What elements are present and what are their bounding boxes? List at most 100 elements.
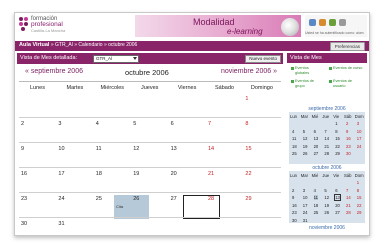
day-cell[interactable]: 26 <box>133 196 139 202</box>
prev-month-link[interactable]: « septiembre 2006 <box>25 68 83 75</box>
mini-day[interactable]: 1 <box>335 121 337 126</box>
breadcrumb-course[interactable]: GTR_Al <box>55 42 73 48</box>
mini-day[interactable]: 17 <box>303 203 308 208</box>
mini-day[interactable]: 16 <box>346 136 351 141</box>
mini-day[interactable]: 15 <box>335 136 340 141</box>
mini-day[interactable]: 19 <box>324 203 329 208</box>
new-event-button[interactable]: Nuevo evento <box>245 55 281 63</box>
mini-day[interactable]: 30 <box>346 151 351 156</box>
mini-day[interactable]: 12 <box>303 136 308 141</box>
mini-day[interactable]: 8 <box>335 129 337 134</box>
legend-user[interactable]: Eventos de usuario <box>329 79 363 88</box>
mini-day[interactable]: 15 <box>357 195 362 200</box>
day-cell[interactable]: 30 <box>21 221 27 227</box>
day-cell[interactable]: 7 <box>208 121 211 127</box>
day-cell[interactable]: 8 <box>245 121 248 127</box>
mini-day[interactable]: 14 <box>324 136 329 141</box>
mini-day[interactable]: 17 <box>357 136 362 141</box>
preferences-button[interactable]: Preferencias <box>329 42 365 51</box>
mini-day[interactable]: 13 <box>334 194 341 201</box>
mini-day[interactable]: 21 <box>324 144 329 149</box>
mini-day[interactable]: 23 <box>346 144 351 149</box>
mini-day[interactable]: 31 <box>303 218 308 223</box>
mini-day[interactable]: 27 <box>314 151 319 156</box>
day-cell[interactable]: 13 <box>171 146 177 152</box>
mini-day[interactable]: 18 <box>314 203 319 208</box>
mini-day[interactable]: 16 <box>292 203 297 208</box>
mini-day[interactable]: 28 <box>324 151 329 156</box>
day-cell[interactable]: 9 <box>21 146 24 152</box>
mini-day[interactable]: 19 <box>303 144 308 149</box>
day-cell[interactable]: 5 <box>133 121 136 127</box>
mini-day[interactable]: 10 <box>303 195 308 200</box>
mini-day[interactable]: 26 <box>303 151 308 156</box>
mini-day[interactable]: 29 <box>357 210 362 215</box>
day-cell[interactable]: 23 <box>21 196 27 202</box>
mini-day[interactable]: 22 <box>335 144 340 149</box>
mini-day[interactable]: 24 <box>303 210 308 215</box>
mini-day[interactable]: 3 <box>303 188 305 193</box>
day-cell[interactable]: 29 <box>245 196 251 202</box>
legend-group[interactable]: Eventos de grupo <box>291 79 323 88</box>
mini-day[interactable]: 27 <box>335 210 340 215</box>
breadcrumb-root[interactable]: Aula Virtual <box>19 42 49 48</box>
mini-day[interactable]: 23 <box>292 210 297 215</box>
mini-day[interactable]: 8 <box>357 188 359 193</box>
mini-day[interactable]: 1 <box>357 180 359 185</box>
exit-icon[interactable] <box>339 19 346 26</box>
legend-global[interactable]: Eventos globales <box>291 66 323 75</box>
breadcrumb-calendar[interactable]: Calendario <box>78 42 102 48</box>
mini-day[interactable]: 2 <box>346 121 348 126</box>
day-cell[interactable]: 4 <box>96 121 99 127</box>
mini-day[interactable]: 4 <box>314 188 316 193</box>
day-cell[interactable]: 20 <box>171 171 177 177</box>
day-cell[interactable]: 21 <box>208 171 214 177</box>
mini-day[interactable]: 13 <box>314 136 319 141</box>
next-month-link[interactable]: noviembre 2006 » <box>221 68 277 75</box>
day-cell[interactable]: 6 <box>171 121 174 127</box>
mini-day[interactable]: 26 <box>324 210 329 215</box>
help-icon[interactable] <box>329 19 336 26</box>
day-cell[interactable]: 16 <box>21 171 27 177</box>
day-cell[interactable]: 14 <box>208 146 214 152</box>
mini-day[interactable]: 5 <box>324 188 326 193</box>
day-cell[interactable]: 3 <box>58 121 61 127</box>
day-cell[interactable]: 27 <box>171 196 177 202</box>
mini-day[interactable]: 22 <box>357 203 362 208</box>
mini-day[interactable]: 9 <box>292 195 294 200</box>
day-cell[interactable]: 18 <box>96 171 102 177</box>
mini-day[interactable]: 25 <box>292 151 297 156</box>
mini-day[interactable]: 2 <box>292 188 294 193</box>
mini-day[interactable]: 24 <box>357 144 362 149</box>
day-cell[interactable]: 15 <box>245 146 251 152</box>
mini-day[interactable]: 4 <box>292 129 294 134</box>
mini-day[interactable]: 3 <box>357 121 359 126</box>
mail-icon[interactable] <box>319 19 326 26</box>
mini-day[interactable]: 30 <box>292 218 297 223</box>
mini-month-title[interactable]: septiembre 2006 <box>289 106 365 112</box>
logo[interactable]: formación profesional Castilla-La Mancha <box>31 16 65 34</box>
mini-day[interactable]: 9 <box>346 129 348 134</box>
day-cell[interactable]: 10 <box>58 146 64 152</box>
day-cell[interactable]: 17 <box>58 171 64 177</box>
mini-day[interactable]: 18 <box>292 144 297 149</box>
course-select[interactable]: GTR_Al <box>93 55 139 63</box>
home-icon[interactable] <box>309 19 316 26</box>
day-cell[interactable]: 1 <box>245 96 248 102</box>
mini-day[interactable]: 20 <box>314 144 319 149</box>
mini-day[interactable]: 12 <box>324 195 329 200</box>
mini-day[interactable]: 11 <box>313 195 318 200</box>
legend-course[interactable]: Eventos de curso <box>329 66 363 71</box>
day-cell[interactable]: 22 <box>245 171 251 177</box>
mini-day[interactable]: 6 <box>314 129 316 134</box>
day-cell[interactable]: 2 <box>21 121 24 127</box>
mini-day[interactable]: 6 <box>335 188 337 193</box>
mini-month-next[interactable]: noviembre 2006 <box>289 225 365 231</box>
day-cell[interactable]: 19 <box>133 171 139 177</box>
day-cell[interactable]: 11 <box>96 146 102 152</box>
mini-day[interactable]: 11 <box>292 136 296 141</box>
day-cell[interactable]: 31 <box>58 221 64 227</box>
day-cell[interactable]: 25 <box>96 196 102 202</box>
mini-month-title[interactable]: octubre 2006 <box>289 165 365 171</box>
mini-day[interactable]: 20 <box>335 203 340 208</box>
